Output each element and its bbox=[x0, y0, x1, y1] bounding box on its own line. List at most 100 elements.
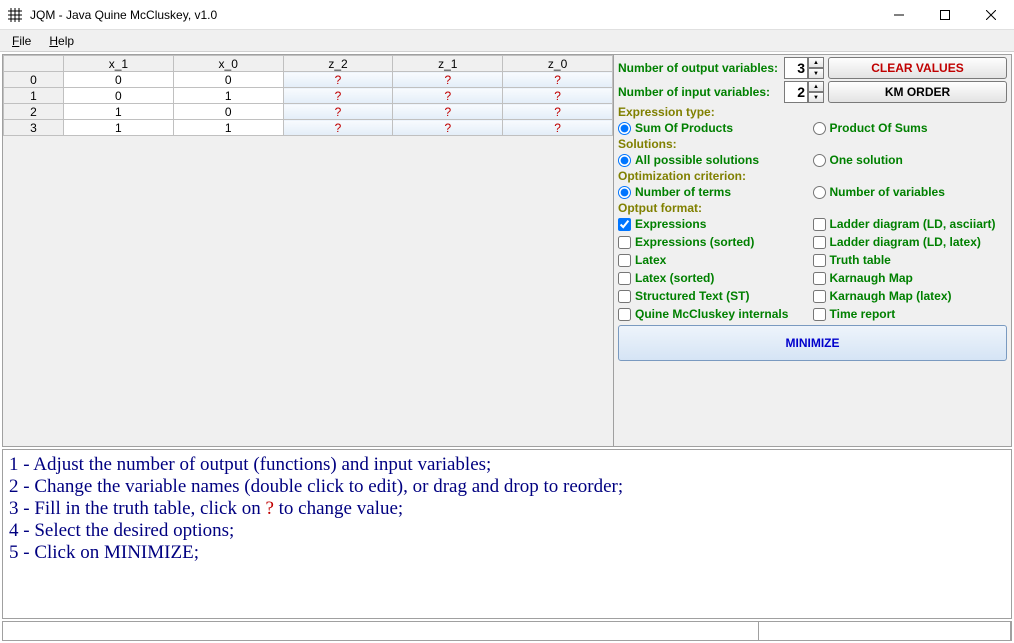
radio-sop-label[interactable]: Sum Of Products bbox=[635, 121, 733, 135]
radio-allsol-label[interactable]: All possible solutions bbox=[635, 153, 759, 167]
output-cell[interactable]: ? bbox=[503, 120, 613, 136]
input-cell[interactable]: 0 bbox=[173, 72, 283, 88]
outfmt-label[interactable]: Structured Text (ST) bbox=[635, 289, 749, 303]
window-title: JQM - Java Quine McCluskey, v1.0 bbox=[30, 8, 876, 22]
titlebar: JQM - Java Quine McCluskey, v1.0 bbox=[0, 0, 1014, 30]
outfmt-checkbox[interactable] bbox=[813, 272, 826, 285]
col-header[interactable]: x_1 bbox=[64, 56, 174, 72]
outfmt-label[interactable]: Expressions (sorted) bbox=[635, 235, 754, 249]
table-row: 210??? bbox=[4, 104, 613, 120]
output-cell[interactable]: ? bbox=[283, 120, 393, 136]
radio-onesol[interactable] bbox=[813, 154, 826, 167]
menu-file-rest: ile bbox=[19, 34, 31, 48]
controls-pane: Number of output variables: ▲▼ CLEAR VAL… bbox=[613, 55, 1011, 446]
outfmt-checkbox[interactable] bbox=[618, 236, 631, 249]
invar-down[interactable]: ▼ bbox=[808, 92, 824, 103]
col-header[interactable]: z_2 bbox=[283, 56, 393, 72]
output-pane: 1 - Adjust the number of output (functio… bbox=[2, 449, 1012, 619]
table-row: 311??? bbox=[4, 120, 613, 136]
outvar-up[interactable]: ▲ bbox=[808, 57, 824, 68]
menu-file[interactable]: File bbox=[4, 32, 39, 50]
corner-cell bbox=[4, 56, 64, 72]
input-cell[interactable]: 1 bbox=[64, 120, 174, 136]
outfmt-label[interactable]: Ladder diagram (LD, asciiart) bbox=[830, 217, 996, 231]
input-cell[interactable]: 0 bbox=[64, 72, 174, 88]
input-cell[interactable]: 1 bbox=[64, 104, 174, 120]
output-cell[interactable]: ? bbox=[283, 72, 393, 88]
outfmt-label[interactable]: Latex (sorted) bbox=[635, 271, 714, 285]
outfmt-checkbox[interactable] bbox=[813, 290, 826, 303]
outfmt-checkbox[interactable] bbox=[618, 308, 631, 321]
radio-nvars-label[interactable]: Number of variables bbox=[830, 185, 945, 199]
menu-help[interactable]: Help bbox=[41, 32, 82, 50]
output-cell[interactable]: ? bbox=[393, 104, 503, 120]
input-cell[interactable]: 0 bbox=[173, 104, 283, 120]
radio-nterms[interactable] bbox=[618, 186, 631, 199]
output-cell[interactable]: ? bbox=[393, 88, 503, 104]
output-cell[interactable]: ? bbox=[503, 88, 613, 104]
minimize-button[interactable]: MINIMIZE bbox=[618, 325, 1007, 361]
outfmt-checkbox[interactable] bbox=[813, 218, 826, 231]
outvar-spinner: ▲▼ bbox=[784, 57, 824, 79]
output-cell[interactable]: ? bbox=[503, 72, 613, 88]
status-cell bbox=[3, 622, 759, 640]
instruction-line: 2 - Change the variable names (double cl… bbox=[9, 476, 1005, 498]
maximize-window-button[interactable] bbox=[922, 0, 968, 30]
radio-onesol-label[interactable]: One solution bbox=[830, 153, 903, 167]
output-cell[interactable]: ? bbox=[393, 120, 503, 136]
invar-spinner: ▲▼ bbox=[784, 81, 824, 103]
row-header: 0 bbox=[4, 72, 64, 88]
radio-allsol[interactable] bbox=[618, 154, 631, 167]
clear-values-button[interactable]: CLEAR VALUES bbox=[828, 57, 1007, 79]
outfmt-label[interactable]: Time report bbox=[830, 307, 896, 321]
instruction-line: 1 - Adjust the number of output (functio… bbox=[9, 454, 1005, 476]
outfmt-checkbox[interactable] bbox=[618, 272, 631, 285]
optcrit-label: Optimization criterion: bbox=[618, 169, 1007, 183]
outfmt-checkbox[interactable] bbox=[618, 254, 631, 267]
minimize-window-button[interactable] bbox=[876, 0, 922, 30]
radio-sop[interactable] bbox=[618, 122, 631, 135]
outfmt-checkbox[interactable] bbox=[813, 308, 826, 321]
km-order-button[interactable]: KM ORDER bbox=[828, 81, 1007, 103]
outvar-down[interactable]: ▼ bbox=[808, 68, 824, 79]
outfmt-checkbox[interactable] bbox=[618, 290, 631, 303]
row-header: 1 bbox=[4, 88, 64, 104]
col-header[interactable]: z_0 bbox=[503, 56, 613, 72]
outfmt-checkbox[interactable] bbox=[813, 254, 826, 267]
radio-pos[interactable] bbox=[813, 122, 826, 135]
menubar: File Help bbox=[0, 30, 1014, 52]
radio-pos-label[interactable]: Product Of Sums bbox=[830, 121, 928, 135]
instruction-line: 4 - Select the desired options; bbox=[9, 520, 1005, 542]
outfmt-label[interactable]: Karnaugh Map bbox=[830, 271, 913, 285]
instruction-line: 3 - Fill in the truth table, click on ? … bbox=[9, 498, 1005, 520]
invar-input[interactable] bbox=[784, 81, 808, 103]
outfmt-label[interactable]: Expressions bbox=[635, 217, 706, 231]
invar-label: Number of input variables: bbox=[618, 85, 780, 99]
output-cell[interactable]: ? bbox=[283, 88, 393, 104]
outfmt-checkbox[interactable] bbox=[618, 218, 631, 231]
outfmt-label[interactable]: Ladder diagram (LD, latex) bbox=[830, 235, 981, 249]
input-cell[interactable]: 1 bbox=[173, 88, 283, 104]
outfmt-label[interactable]: Quine McCluskey internals bbox=[635, 307, 788, 321]
col-header[interactable]: x_0 bbox=[173, 56, 283, 72]
output-cell[interactable]: ? bbox=[393, 72, 503, 88]
outvar-input[interactable] bbox=[784, 57, 808, 79]
close-window-button[interactable] bbox=[968, 0, 1014, 30]
invar-up[interactable]: ▲ bbox=[808, 81, 824, 92]
radio-nterms-label[interactable]: Number of terms bbox=[635, 185, 731, 199]
input-cell[interactable]: 1 bbox=[173, 120, 283, 136]
outfmt-label[interactable]: Karnaugh Map (latex) bbox=[830, 289, 952, 303]
statusbar bbox=[2, 621, 1012, 641]
solutions-label: Solutions: bbox=[618, 137, 1007, 151]
input-cell[interactable]: 0 bbox=[64, 88, 174, 104]
app-icon bbox=[0, 8, 30, 22]
row-header: 2 bbox=[4, 104, 64, 120]
outfmt-label: Optput format: bbox=[618, 201, 1007, 215]
col-header[interactable]: z_1 bbox=[393, 56, 503, 72]
output-cell[interactable]: ? bbox=[283, 104, 393, 120]
outfmt-checkbox[interactable] bbox=[813, 236, 826, 249]
outfmt-label[interactable]: Latex bbox=[635, 253, 666, 267]
output-cell[interactable]: ? bbox=[503, 104, 613, 120]
radio-nvars[interactable] bbox=[813, 186, 826, 199]
outfmt-label[interactable]: Truth table bbox=[830, 253, 891, 267]
